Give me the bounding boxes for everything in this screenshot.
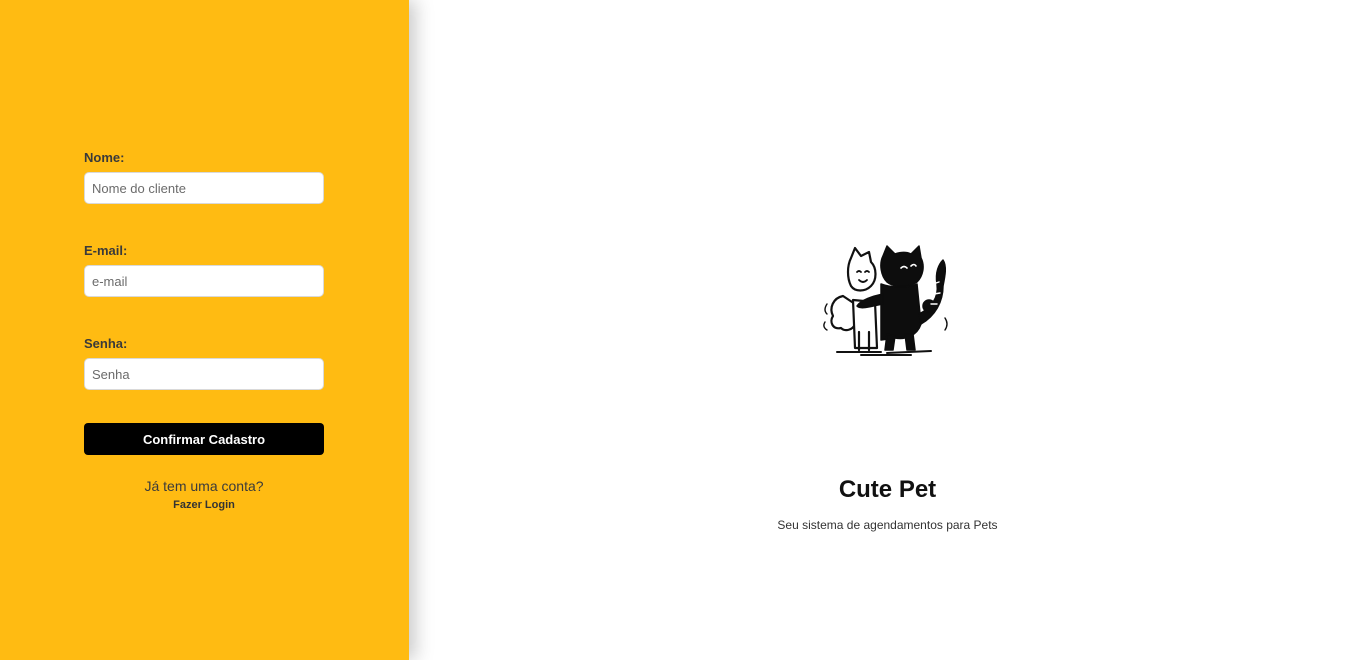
password-input[interactable] (84, 358, 324, 390)
login-link[interactable]: Fazer Login (173, 499, 235, 511)
password-label: Senha: (84, 336, 128, 351)
email-input[interactable] (84, 265, 324, 297)
signup-panel: Nome: E-mail: Senha: Confirmar Cadastro … (0, 0, 409, 660)
signup-form: Nome: E-mail: Senha: Confirmar Cadastro … (84, 150, 324, 513)
confirm-signup-button[interactable]: Confirmar Cadastro (84, 423, 324, 455)
email-field-group: E-mail: (84, 243, 324, 297)
name-label: Nome: (84, 150, 125, 165)
brand-title: Cute Pet (838, 476, 937, 503)
brand-area: Cute Pet Seu sistema de agendamentos par… (409, 0, 1366, 660)
name-input[interactable] (84, 172, 324, 204)
password-field-group: Senha: (84, 336, 324, 390)
cat-and-dog-hug-icon (821, 244, 951, 358)
name-field-group: Nome: (84, 150, 324, 204)
login-prompt: Já tem uma conta? Fazer Login (84, 478, 324, 513)
email-label: E-mail: (84, 243, 128, 258)
signup-page: Nome: E-mail: Senha: Confirmar Cadastro … (0, 0, 1366, 660)
brand-subtitle: Seu sistema de agendamentos para Pets (777, 518, 998, 532)
login-question: Já tem uma conta? (144, 478, 264, 494)
